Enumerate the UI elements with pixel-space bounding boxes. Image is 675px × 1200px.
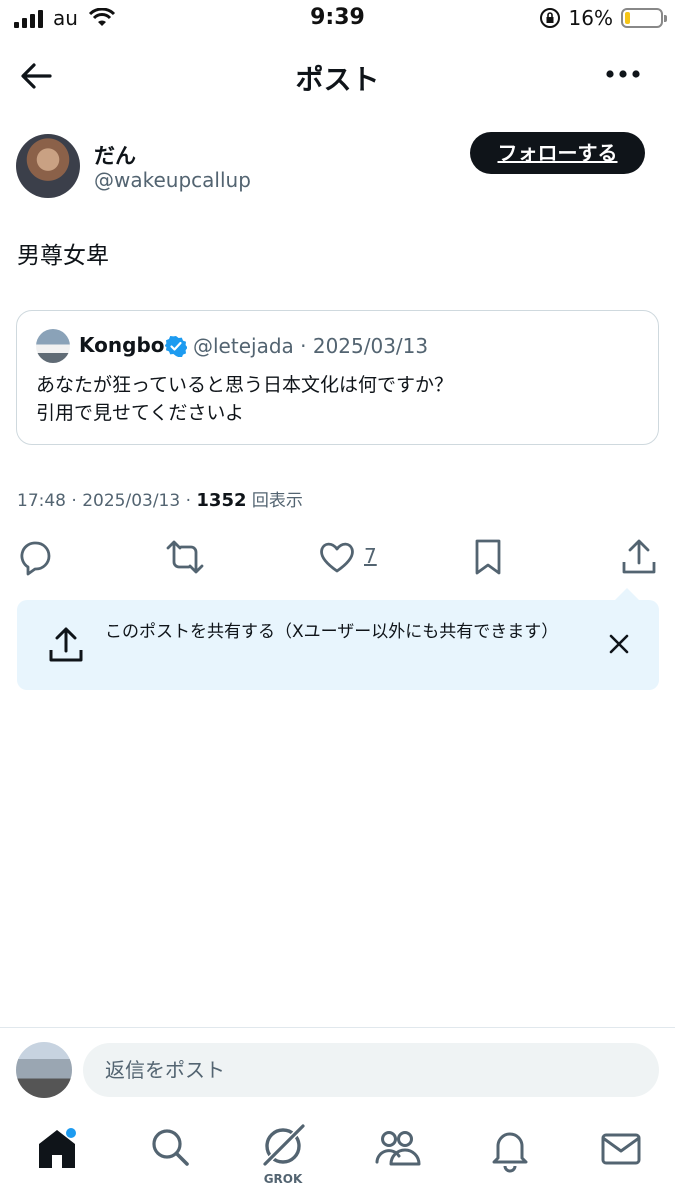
heart-icon [320,542,354,573]
page-title: ポスト [295,63,380,96]
grok-icon [260,1121,308,1169]
share-icon [622,539,656,574]
search-icon [152,1129,189,1166]
quoted-author-name: Kongbo [79,333,165,357]
quoted-text-line-2: 引用で見せてくださいよ [36,402,245,424]
post-meta: 17:48 · 2025/03/13 · 1352 回表示 [17,486,303,511]
communities-icon [375,1131,421,1166]
close-icon [609,634,629,654]
more-horizontal-icon [606,70,640,78]
quoted-post-text: あなたが狂っていると思う日本文化は何ですか？ 引用で見せてくださいよ [36,371,636,427]
tab-grok[interactable]: GROK [257,1121,309,1186]
battery-icon [621,8,667,28]
like-count[interactable]: 7 [364,544,377,568]
author-handle[interactable]: @wakeupcallup [94,168,251,192]
tab-messages[interactable] [595,1122,647,1182]
quoted-post[interactable]: Kongbo @letejada · 2025/03/13 あなたが狂っていると… [16,310,659,445]
orientation-lock-icon [539,8,560,28]
quoted-author-avatar [36,329,70,363]
tab-communities[interactable] [371,1122,423,1182]
author-avatar[interactable] [16,134,80,198]
bookmark-button[interactable] [470,538,510,578]
reply-button[interactable] [16,538,56,578]
tab-notifications[interactable] [484,1122,536,1182]
battery-fill [625,12,631,24]
reply-icon [20,541,51,576]
like-button[interactable] [318,538,358,578]
post-text: 男尊女卑 [17,243,109,269]
tab-home[interactable] [31,1122,83,1182]
top-header: ポスト [0,46,675,106]
author-name[interactable]: だん [94,140,136,170]
home-icon [39,1130,75,1168]
share-button[interactable] [620,538,660,578]
quoted-text-line-1: あなたが狂っていると思う日本文化は何ですか？ [36,374,454,396]
battery-percent: 16% [568,6,613,30]
repost-button[interactable] [165,538,205,578]
my-avatar[interactable] [16,1042,72,1098]
action-bar: 7 [0,534,675,578]
post-timestamp: 17:48 · 2025/03/13 · [17,491,197,511]
mail-icon [601,1133,641,1165]
more-options-button[interactable] [605,64,645,88]
bottom-tab-bar: GROK [0,1121,675,1200]
share-banner-text[interactable]: このポストを共有する（Xユーザー以外にも共有できます） [105,620,565,645]
verified-badge-icon [165,336,187,357]
follow-button[interactable]: フォローする [470,132,645,174]
status-bar: au 9:39 16% [0,0,675,40]
divider [0,1027,675,1028]
banner-pointer [615,588,639,600]
views-label: 回表示 [246,491,303,511]
repost-icon [166,540,204,574]
bell-icon [492,1132,528,1173]
share-icon [49,627,83,662]
tab-search[interactable] [144,1122,196,1182]
share-banner[interactable]: このポストを共有する（Xユーザー以外にも共有できます） [17,588,659,690]
views-count: 1352 [196,490,247,511]
grok-label: GROK [263,1172,303,1186]
bookmark-icon [475,539,501,575]
quoted-author-handle-date: @letejada · 2025/03/13 [193,334,429,358]
reply-input[interactable]: 返信をポスト [83,1043,659,1097]
close-banner-button[interactable] [607,632,631,656]
